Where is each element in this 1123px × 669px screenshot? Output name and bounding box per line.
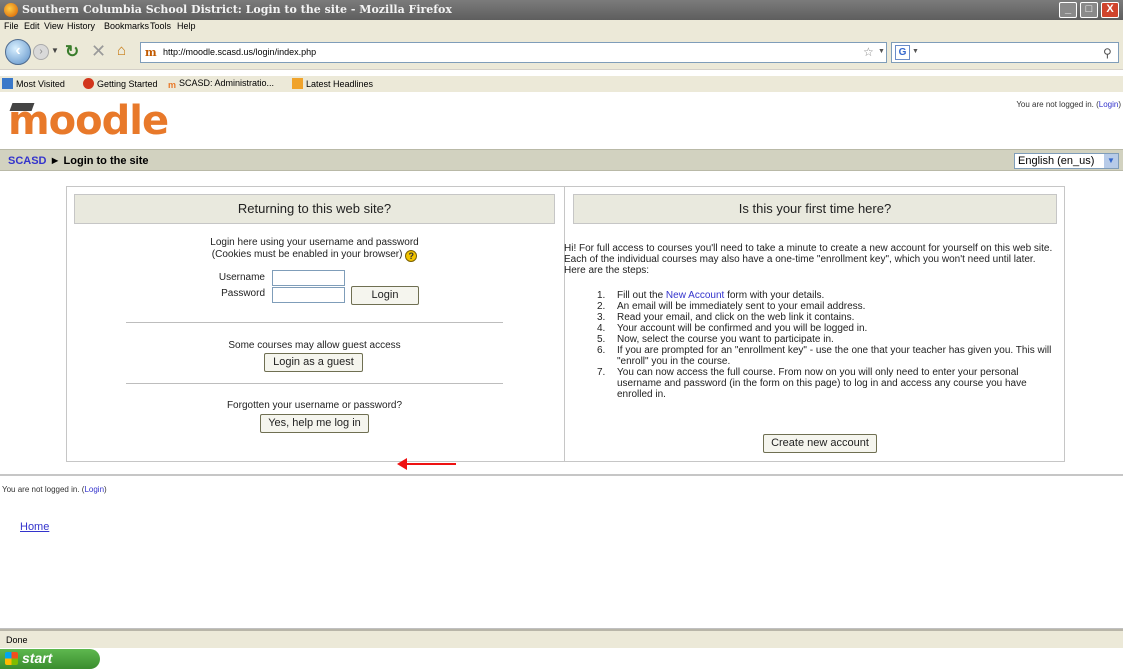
first-time-heading: Is this your first time here? [573, 194, 1057, 224]
moodle-logo[interactable]: moodle [8, 101, 169, 141]
bookmark-latest-headlines[interactable]: Latest Headlines [292, 78, 373, 89]
menu-history[interactable]: History [67, 21, 95, 31]
breadcrumb-home-link[interactable]: SCASD [8, 155, 47, 167]
status-text: Done [6, 635, 28, 645]
cookies-note: (Cookies must be enabled in your browser… [74, 249, 555, 262]
username-input[interactable] [272, 270, 345, 286]
red-arrow-indicator [405, 463, 456, 465]
breadcrumb-separator: ► [49, 155, 61, 167]
login-panels: Returning to this web site? Login here u… [66, 186, 1065, 470]
reload-icon[interactable]: ↻ [65, 42, 79, 62]
url-dropdown-icon[interactable]: ▼ [878, 48, 885, 55]
url-text[interactable]: http://moodle.scasd.us/login/index.php [163, 47, 316, 57]
forward-button[interactable]: › [33, 44, 49, 60]
divider [126, 383, 503, 384]
page-content: You are not logged in. (Login) moodle SC… [0, 95, 1123, 628]
returning-heading: Returning to this web site? [74, 194, 555, 224]
graduation-cap-icon [9, 103, 35, 111]
navigation-toolbar: ‹ › ▼ ↻ ✕ ⌂ m http://moodle.scasd.us/log… [0, 34, 1123, 70]
minimize-button[interactable]: _ [1059, 2, 1077, 18]
password-input[interactable] [272, 287, 345, 303]
list-item: 1. Fill out the New Account form with you… [597, 290, 825, 301]
footer-login-info: You are not logged in. (Login) [2, 485, 107, 494]
signup-steps: 1. Fill out the New Account form with you… [597, 290, 1052, 400]
menu-bookmarks[interactable]: Bookmarks [104, 21, 149, 31]
footer-divider [0, 474, 1123, 476]
new-account-link[interactable]: New Account [666, 290, 724, 301]
login-as-guest-button[interactable]: Login as a guest [264, 353, 363, 372]
menu-view[interactable]: View [44, 21, 63, 31]
create-account-button[interactable]: Create new account [763, 434, 877, 453]
close-button[interactable]: X [1101, 2, 1119, 18]
menu-help[interactable]: Help [177, 21, 196, 31]
breadcrumb-trail: SCASD ► Login to the site [8, 155, 148, 167]
bookmark-star-icon[interactable]: ☆ [863, 45, 874, 59]
menu-edit[interactable]: Edit [24, 21, 40, 31]
list-item: 6. If you are prompted for an "enrollment… [597, 345, 1052, 367]
language-select[interactable]: English (en_us) ▼ [1014, 153, 1119, 169]
menu-bar: File Edit View History Bookmarks Tools H… [0, 20, 1123, 34]
search-bar[interactable]: G ▼ ⚲ [891, 42, 1119, 63]
home-icon[interactable]: ⌂ [117, 42, 126, 59]
menu-file[interactable]: File [4, 21, 19, 31]
breadcrumb-current: Login to the site [63, 155, 149, 167]
list-item: 2. An email will be immediately sent to y… [597, 301, 866, 312]
signup-intro: Hi! For full access to courses you'll ne… [564, 243, 1053, 276]
taskbar: start [0, 649, 1123, 669]
firefox-icon [83, 78, 94, 89]
forgot-password-button[interactable]: Yes, help me log in [260, 414, 369, 433]
bookmarks-toolbar: Most Visited Getting Started m SCASD: Adm… [0, 76, 1123, 92]
home-link[interactable]: Home [20, 521, 49, 533]
firefox-icon [4, 3, 18, 17]
list-item: 4. Your account will be confirmed and you… [597, 323, 868, 334]
password-label: Password [221, 288, 265, 299]
list-item: 7. You can now access the full course. Fr… [597, 367, 1027, 400]
bookmark-icon [2, 78, 13, 89]
history-dropdown-icon[interactable]: ▼ [51, 46, 59, 55]
address-bar[interactable]: m http://moodle.scasd.us/login/index.php… [140, 42, 887, 63]
forgot-text: Forgotten your username or password? [226, 400, 403, 411]
username-label: Username [218, 272, 265, 283]
login-link[interactable]: Login [1099, 100, 1119, 109]
search-engine-dropdown-icon[interactable]: ▼ [912, 48, 919, 55]
guest-access-text: Some courses may allow guest access [228, 340, 401, 351]
divider [126, 322, 503, 323]
list-item: 3. Read your email, and click on the web … [597, 312, 855, 323]
chevron-down-icon[interactable]: ▼ [1104, 154, 1118, 168]
footer-login-link[interactable]: Login [84, 485, 104, 494]
stop-icon[interactable]: ✕ [91, 41, 106, 62]
moodle-icon: m [168, 80, 177, 90]
login-instructions: Login here using your username and passw… [210, 237, 419, 248]
breadcrumb: SCASD ► Login to the site English (en_us… [0, 149, 1123, 171]
bookmark-scasd-admin[interactable]: m SCASD: Administratio... [168, 78, 274, 91]
maximize-button[interactable]: □ [1080, 2, 1098, 18]
panel-divider [564, 187, 565, 461]
bookmark-most-visited[interactable]: Most Visited [2, 78, 65, 89]
google-icon[interactable]: G [895, 45, 910, 60]
list-item: 5. Now, select the course you want to par… [597, 334, 834, 345]
back-button[interactable]: ‹ [5, 39, 31, 65]
status-bar: Done [0, 628, 1123, 648]
menu-tools[interactable]: Tools [150, 21, 171, 31]
windows-logo-icon [5, 652, 18, 665]
title-bar: Southern Columbia School District: Login… [0, 0, 1123, 20]
search-icon[interactable]: ⚲ [1103, 46, 1112, 60]
status-divider [0, 629, 1123, 631]
login-info: You are not logged in. (Login) [1016, 100, 1121, 109]
rss-icon [292, 78, 303, 89]
moodle-site-icon: m [145, 46, 157, 59]
start-button[interactable]: start [0, 649, 100, 669]
window-title: Southern Columbia School District: Login… [22, 3, 452, 16]
red-arrow-head [397, 458, 407, 470]
login-button[interactable]: Login [351, 286, 419, 305]
bookmark-getting-started[interactable]: Getting Started [83, 78, 158, 89]
help-icon[interactable]: ? [405, 250, 418, 262]
